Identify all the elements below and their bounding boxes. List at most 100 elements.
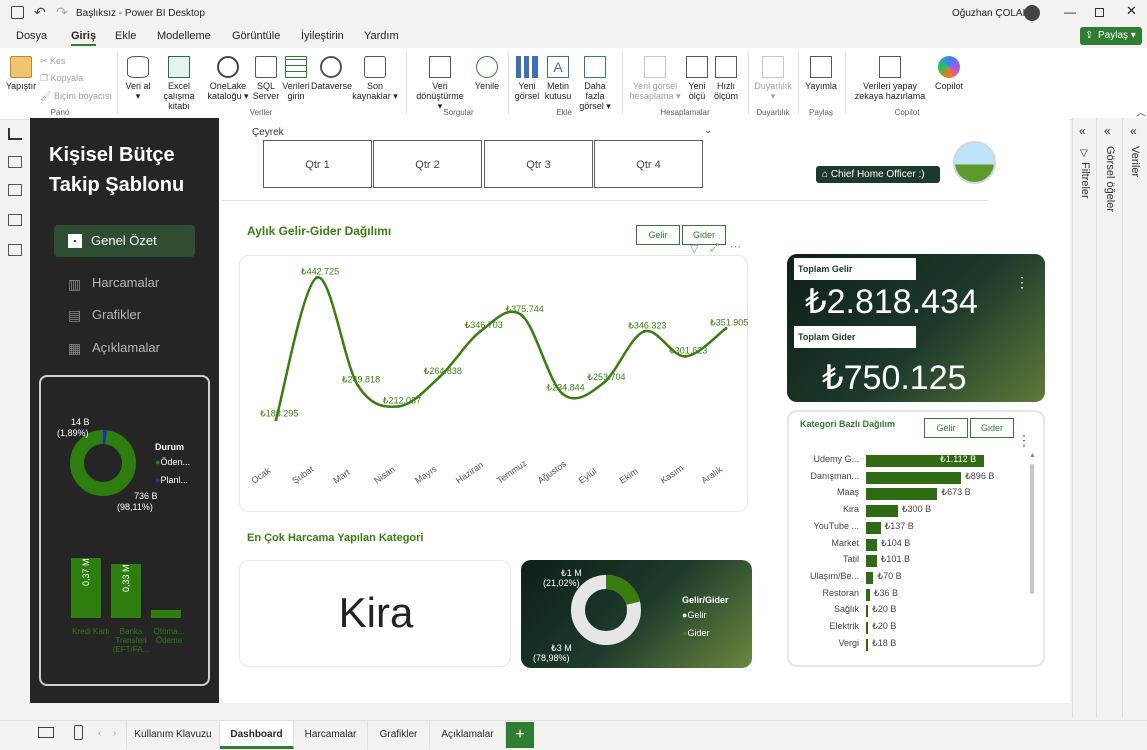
- category-bar[interactable]: [866, 471, 962, 484]
- mobile-view-icon[interactable]: [74, 725, 83, 740]
- nav-grafikler[interactable]: Grafikler: [92, 307, 141, 322]
- new-measure-button[interactable]: Yeni ölçü: [684, 56, 710, 101]
- filters-pane[interactable]: « ▽ Filtreler: [1072, 118, 1096, 718]
- format-painter-button[interactable]: 🖌 Biçim boyacısı: [40, 91, 112, 101]
- model-view-icon[interactable]: [8, 184, 22, 196]
- category-bar[interactable]: [866, 555, 877, 568]
- cut-button[interactable]: ✂ Kes: [40, 56, 66, 66]
- expand-filters-icon[interactable]: «: [1079, 124, 1086, 138]
- tab-giris[interactable]: Giriş: [71, 30, 97, 46]
- nav-genel-ozet[interactable]: Genel Özet: [54, 225, 195, 257]
- category-filter-gider[interactable]: Gider: [970, 418, 1014, 438]
- page-tab-aciklamalar[interactable]: Açıklamalar: [430, 721, 506, 749]
- report-view-icon[interactable]: [8, 128, 22, 140]
- get-data-button[interactable]: Veri al ▾: [124, 56, 152, 101]
- category-value: ₺70 B: [877, 570, 902, 581]
- visuals-pane[interactable]: « Görsel öğeler: [1096, 118, 1122, 718]
- more-options-icon[interactable]: ⋯: [730, 240, 741, 253]
- data-label: ₺301.623: [669, 345, 707, 355]
- category-bar[interactable]: [866, 638, 868, 651]
- dataverse-button[interactable]: Dataverse: [311, 56, 352, 91]
- filter-gider-button[interactable]: Gider: [682, 225, 726, 245]
- category-filter-gelir[interactable]: Gelir: [924, 418, 968, 438]
- tab-iyilestirin[interactable]: İyileştirin: [301, 30, 344, 42]
- filter-icon: ▽: [1080, 148, 1088, 159]
- more-options-icon[interactable]: ⋮: [1015, 274, 1029, 291]
- avatar[interactable]: [1024, 5, 1040, 21]
- category-bar[interactable]: [866, 538, 878, 551]
- refresh-button[interactable]: Yenile: [470, 56, 504, 91]
- nav-aciklamalar[interactable]: Açıklamalar: [92, 340, 160, 355]
- expand-visuals-icon[interactable]: «: [1104, 124, 1111, 138]
- copilot-button[interactable]: Copilot: [932, 56, 966, 91]
- publish-button[interactable]: Yayımla: [803, 56, 839, 91]
- more-options-icon[interactable]: ⋮: [1017, 432, 1031, 449]
- dax-query-icon[interactable]: [8, 214, 22, 226]
- enter-data-button[interactable]: Verileri girin: [281, 56, 311, 101]
- new-visual-calc-button[interactable]: Yeni görsel hesaplama ▾: [628, 56, 682, 101]
- payment-bar[interactable]: [151, 609, 181, 618]
- category-bar[interactable]: [866, 505, 898, 518]
- category-bar[interactable]: [866, 521, 881, 534]
- share-button[interactable]: ⇪ Paylaş ▾: [1080, 27, 1142, 45]
- charts-icon: ▤: [68, 307, 82, 323]
- category-bar[interactable]: [866, 488, 938, 501]
- category-bar[interactable]: [866, 622, 869, 634]
- category-label: Elektrik: [829, 621, 859, 631]
- maximize-icon[interactable]: [1095, 8, 1104, 17]
- slicer-qtr3[interactable]: Qtr 3: [484, 140, 593, 188]
- more-visuals-button[interactable]: Daha fazla görsel ▾: [574, 56, 616, 111]
- add-page-button[interactable]: +: [506, 722, 534, 748]
- ai-prep-button[interactable]: Verileri yapay zekaya hazırlama: [848, 56, 932, 101]
- nav-harcamalar[interactable]: Harcamalar: [92, 275, 159, 290]
- text-box-button[interactable]: A Metin kutusu: [542, 56, 574, 101]
- copy-button[interactable]: ❐ Kopyala: [40, 73, 83, 83]
- slicer-qtr2[interactable]: Qtr 2: [373, 140, 482, 188]
- filter-icon[interactable]: ▽: [690, 242, 698, 255]
- onelake-button[interactable]: OneLake kataloğu ▾: [206, 56, 250, 101]
- tab-modelleme[interactable]: Modelleme: [157, 30, 211, 42]
- collapse-ribbon-icon[interactable]: ︿: [1136, 104, 1146, 119]
- tab-yardim[interactable]: Yardım: [364, 30, 399, 42]
- line-chart-title: Aylık Gelir-Gider Dağılımı: [247, 224, 392, 238]
- table-view-icon[interactable]: [8, 156, 22, 168]
- quick-measure-button[interactable]: Hızlı ölçüm: [710, 56, 742, 101]
- tab-dosya[interactable]: Dosya: [16, 30, 47, 42]
- expand-data-icon[interactable]: «: [1130, 124, 1137, 138]
- focus-mode-icon[interactable]: ⤢: [710, 242, 719, 255]
- page-tab-kullanim-klavuzu[interactable]: Kullanım Klavuzu: [126, 721, 220, 749]
- tab-ekle[interactable]: Ekle: [115, 30, 136, 42]
- next-page-icon[interactable]: ›: [113, 728, 116, 739]
- scroll-up-icon[interactable]: ▲: [1029, 452, 1036, 459]
- desktop-view-icon[interactable]: [38, 727, 54, 738]
- filter-gelir-button[interactable]: Gelir: [636, 225, 680, 245]
- chevron-down-icon[interactable]: ⌄: [704, 125, 712, 136]
- excel-button[interactable]: Excel çalışma kitabı: [152, 56, 206, 111]
- prev-page-icon[interactable]: ‹: [98, 728, 101, 739]
- sensitivity-button[interactable]: Duyarlılık ▾: [752, 56, 794, 101]
- transform-data-button[interactable]: Veri dönüştürme ▾: [413, 56, 467, 111]
- paste-button[interactable]: Yapıştır: [5, 56, 37, 91]
- slicer-qtr1[interactable]: Qtr 1: [263, 140, 372, 188]
- tab-goruntule[interactable]: Görüntüle: [232, 30, 280, 42]
- redo-icon[interactable]: ↷: [56, 4, 68, 21]
- page-tab-harcamalar[interactable]: Harcamalar: [294, 721, 368, 749]
- save-icon[interactable]: [11, 6, 24, 19]
- page-tab-dashboard[interactable]: Dashboard: [220, 721, 294, 749]
- scrollbar[interactable]: [1030, 464, 1034, 594]
- tmdl-view-icon[interactable]: [8, 244, 22, 256]
- category-bar[interactable]: [866, 588, 870, 601]
- sql-server-button[interactable]: SQL Server: [252, 56, 280, 101]
- x-tick-label: Nisan: [372, 464, 397, 485]
- bar-value-label: 0,37 M: [81, 558, 91, 586]
- close-icon[interactable]: ✕: [1126, 3, 1137, 19]
- new-visual-button[interactable]: Yeni görsel: [512, 56, 542, 101]
- category-bar[interactable]: [866, 605, 869, 618]
- recent-sources-button[interactable]: Son kaynaklar ▾: [352, 56, 398, 101]
- category-bar[interactable]: [866, 571, 874, 584]
- slicer-qtr4[interactable]: Qtr 4: [594, 140, 703, 188]
- page-tab-grafikler[interactable]: Grafikler: [368, 721, 430, 749]
- data-pane[interactable]: « Veriler: [1122, 118, 1147, 718]
- undo-icon[interactable]: ↶: [34, 4, 46, 21]
- minimize-icon[interactable]: —: [1064, 5, 1076, 19]
